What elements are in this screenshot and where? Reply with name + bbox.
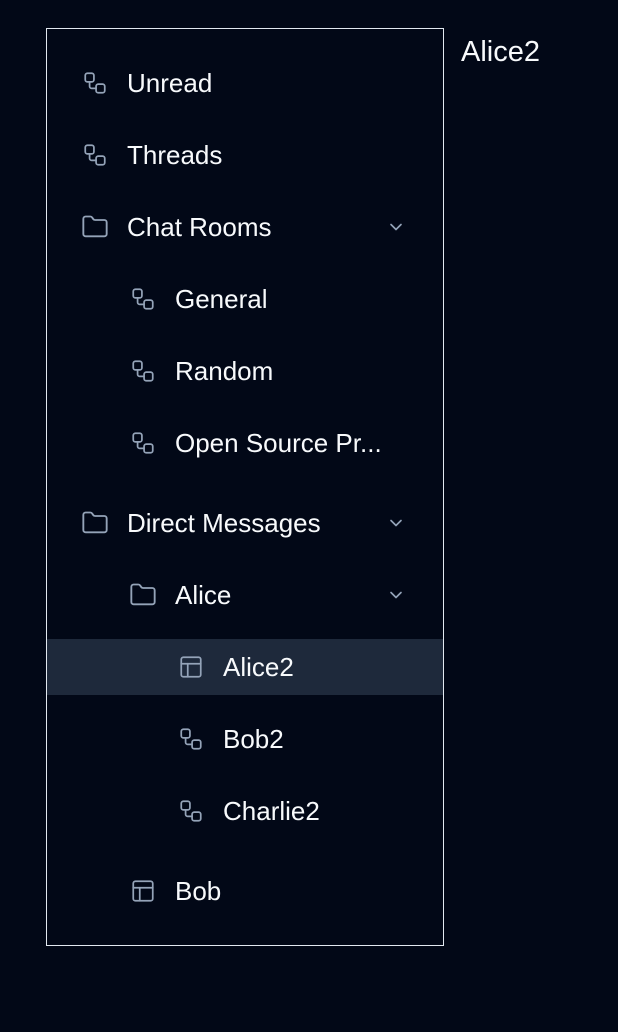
- sidebar-item-label: Chat Rooms: [127, 212, 272, 242]
- sidebar-item-label: General: [175, 284, 268, 314]
- workflow-icon: [129, 429, 157, 457]
- sidebar-item-open-source[interactable]: Open Source Pr...: [47, 415, 443, 471]
- sidebar-folder-alice[interactable]: Alice: [47, 567, 443, 623]
- workflow-icon: [129, 285, 157, 313]
- sidebar-item-random[interactable]: Random: [47, 343, 443, 399]
- sidebar-item-charlie2[interactable]: Charlie2: [47, 783, 443, 839]
- folder-icon: [81, 213, 109, 241]
- sidebar-item-threads[interactable]: Threads: [47, 127, 443, 183]
- sidebar-item-label: Unread: [127, 68, 213, 98]
- sidebar-item-bob[interactable]: Bob: [47, 863, 443, 919]
- sidebar-item-bob2[interactable]: Bob2: [47, 711, 443, 767]
- sidebar-item-label: Threads: [127, 140, 223, 170]
- folder-icon: [81, 509, 109, 537]
- sidebar-item-label: Direct Messages: [127, 508, 321, 538]
- chevron-down-icon[interactable]: [385, 512, 407, 534]
- sidebar-item-general[interactable]: General: [47, 271, 443, 327]
- sidebar-item-label: Charlie2: [223, 796, 320, 826]
- workflow-icon: [177, 725, 205, 753]
- chevron-down-icon[interactable]: [385, 584, 407, 606]
- workflow-icon: [81, 141, 109, 169]
- chevron-down-icon[interactable]: [385, 216, 407, 238]
- sidebar-folder-chat-rooms[interactable]: Chat Rooms: [47, 199, 443, 255]
- sidebar-item-label: Random: [175, 356, 274, 386]
- page-title: Alice2: [461, 36, 540, 68]
- layout-icon: [177, 653, 205, 681]
- folder-icon: [129, 581, 157, 609]
- workflow-icon: [177, 797, 205, 825]
- sidebar-item-unread[interactable]: Unread: [47, 55, 443, 111]
- sidebar-folder-direct-messages[interactable]: Direct Messages: [47, 495, 443, 551]
- sidebar: Unread Threads Chat Rooms General Random: [46, 28, 444, 946]
- sidebar-item-alice2[interactable]: Alice2: [47, 639, 443, 695]
- sidebar-item-label: Bob2: [223, 724, 284, 754]
- sidebar-item-label: Alice: [175, 580, 232, 610]
- workflow-icon: [129, 357, 157, 385]
- sidebar-item-label: Bob: [175, 876, 222, 906]
- workflow-icon: [81, 69, 109, 97]
- layout-icon: [129, 877, 157, 905]
- sidebar-item-label: Open Source Pr...: [175, 428, 382, 458]
- sidebar-item-label: Alice2: [223, 652, 294, 682]
